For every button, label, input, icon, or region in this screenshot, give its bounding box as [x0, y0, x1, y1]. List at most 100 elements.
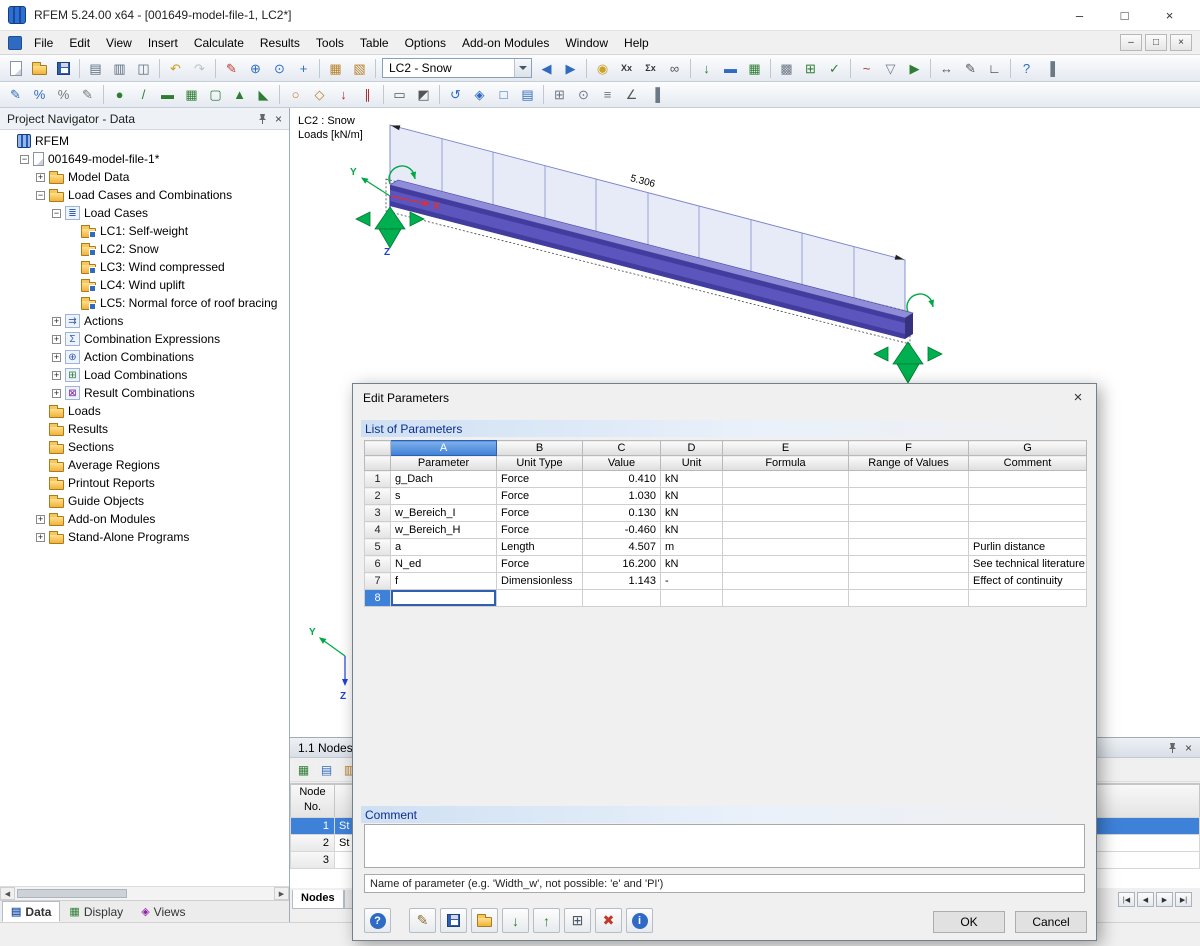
zoom-dynamic-icon[interactable]: ⊙	[268, 57, 291, 79]
mdi-minimize-button[interactable]: –	[1120, 34, 1142, 51]
node-row-number[interactable]: 2	[290, 834, 335, 852]
tree-item-guide-objects[interactable]: Guide Objects	[0, 492, 289, 510]
cell-comment[interactable]: Effect of continuity	[969, 573, 1087, 590]
view-x-icon[interactable]: □	[492, 84, 515, 106]
load-case-combobox[interactable]: LC2 - Snow	[382, 58, 532, 78]
menu-item-edit[interactable]: Edit	[61, 33, 98, 53]
generate-mesh-icon[interactable]: ▩	[775, 57, 798, 79]
measure-icon[interactable]: ↔	[935, 57, 958, 79]
cell-range-of-values[interactable]	[849, 522, 969, 539]
cell-comment[interactable]: See technical literature	[969, 556, 1087, 573]
tree-expander-collapse-icon[interactable]: −	[52, 209, 61, 218]
new-member-icon[interactable]: ▬	[156, 84, 179, 106]
cell-parameter[interactable]: N_ed	[391, 556, 497, 573]
tree-expander-expand-icon[interactable]: +	[52, 371, 61, 380]
comment-textarea[interactable]	[364, 824, 1085, 868]
table-panel-close-icon[interactable]: ×	[1185, 742, 1192, 754]
tree-item-sections[interactable]: Sections	[0, 438, 289, 456]
tree-expander-collapse-icon[interactable]: −	[36, 191, 45, 200]
display-factors-icon[interactable]: %	[28, 84, 51, 106]
cell-parameter[interactable]: a	[391, 539, 497, 556]
select-window-icon[interactable]: ▭	[388, 84, 411, 106]
filter-objects-icon[interactable]: ▽	[879, 57, 902, 79]
show-loads-icon[interactable]: ◉	[591, 57, 614, 79]
zoom-previous-icon[interactable]: ↺	[444, 84, 467, 106]
tree-item-combination-expressions[interactable]: +ΣCombination Expressions	[0, 330, 289, 348]
table-tab-line[interactable]: Line	[344, 890, 352, 909]
table-layout-icon[interactable]: ▧	[348, 57, 371, 79]
column-letter-d[interactable]: D	[661, 441, 723, 456]
cell-comment[interactable]	[969, 471, 1087, 488]
next-record-button[interactable]: ▶	[1156, 892, 1173, 907]
column-header-range-of-values[interactable]: Range of Values	[849, 456, 969, 471]
tree-item-lc5-normal-force-of-roof-bracing[interactable]: LC5: Normal force of roof bracing	[0, 294, 289, 312]
dialog-close-icon[interactable]: ×	[1060, 385, 1096, 411]
cell-comment[interactable]	[969, 590, 1087, 607]
column-header-formula[interactable]: Formula	[723, 456, 849, 471]
tree-item-action-combinations[interactable]: +⊕Action Combinations	[0, 348, 289, 366]
cell-formula[interactable]	[723, 573, 849, 590]
cell-parameter[interactable]: w_Bereich_H	[391, 522, 497, 539]
column-letter-g[interactable]: G	[969, 441, 1087, 456]
new-nodal-load-icon[interactable]: ↓	[332, 84, 355, 106]
cell-formula[interactable]	[723, 590, 849, 607]
open-parameters-icon[interactable]	[471, 908, 498, 933]
cell-value[interactable]: 1.143	[583, 573, 661, 590]
print-preview-icon[interactable]: ▥	[108, 57, 131, 79]
tree-item-lc4-wind-uplift[interactable]: LC4: Wind uplift	[0, 276, 289, 294]
new-line-icon[interactable]: /	[132, 84, 155, 106]
cell-parameter[interactable]: s	[391, 488, 497, 505]
cell-unit[interactable]	[661, 590, 723, 607]
menu-item-calculate[interactable]: Calculate	[186, 33, 252, 53]
row-number-cell[interactable]: 6	[365, 556, 391, 573]
pin-icon[interactable]	[1167, 742, 1178, 754]
toggle-snap-icon[interactable]: ⊙	[572, 84, 595, 106]
column-header-unit-type[interactable]: Unit Type	[497, 456, 583, 471]
new-node-icon[interactable]: ●	[108, 84, 131, 106]
menu-item-results[interactable]: Results	[252, 33, 308, 53]
column-letter-a[interactable]: A	[391, 441, 497, 456]
scrollbar-thumb[interactable]	[17, 889, 127, 898]
table-settings-icon[interactable]: ▦	[293, 760, 314, 780]
tree-item-add-on-modules[interactable]: +Add-on Modules	[0, 510, 289, 528]
cell-formula[interactable]	[723, 539, 849, 556]
cell-unit-type[interactable]: Length	[497, 539, 583, 556]
tree-item-model-data[interactable]: +Model Data	[0, 168, 289, 186]
cell-parameter[interactable]	[391, 590, 497, 607]
open-model-icon[interactable]	[28, 57, 51, 79]
show-tables-icon[interactable]: ▦	[324, 57, 347, 79]
row-number-cell[interactable]: 1	[365, 471, 391, 488]
save-parameters-icon[interactable]	[440, 908, 467, 933]
cell-range-of-values[interactable]	[849, 573, 969, 590]
menu-item-view[interactable]: View	[98, 33, 140, 53]
tree-item-001649-model-file-1[interactable]: −001649-model-file-1*	[0, 150, 289, 168]
table-tab-nodes[interactable]: Nodes	[292, 890, 344, 909]
cell-unit[interactable]: -	[661, 573, 723, 590]
previous-record-button[interactable]: ◀	[1137, 892, 1154, 907]
menu-item-help[interactable]: Help	[616, 33, 657, 53]
pin-icon[interactable]	[257, 113, 268, 125]
coordinate-system-icon[interactable]: ∟	[983, 57, 1006, 79]
tree-item-load-combinations[interactable]: +⊞Load Combinations	[0, 366, 289, 384]
copy-graphic-icon[interactable]: ◫	[132, 57, 155, 79]
pan-view-icon[interactable]: +	[292, 57, 315, 79]
cell-value[interactable]: 0.130	[583, 505, 661, 522]
toggle-guidelines-icon[interactable]: ≡	[596, 84, 619, 106]
nodal-support-right[interactable]	[874, 342, 942, 383]
cell-unit-type[interactable]: Force	[497, 488, 583, 505]
cell-value[interactable]: 16.200	[583, 556, 661, 573]
new-opening-icon[interactable]: ▢	[204, 84, 227, 106]
row-number-cell[interactable]: 8	[365, 590, 391, 607]
animation-icon[interactable]: ▶	[903, 57, 926, 79]
cell-comment[interactable]	[969, 505, 1087, 522]
cell-formula[interactable]	[723, 522, 849, 539]
maximize-button[interactable]: □	[1102, 1, 1147, 30]
menu-item-tools[interactable]: Tools	[308, 33, 352, 53]
navigator-close-icon[interactable]: ×	[275, 113, 282, 125]
result-diagrams-icon[interactable]: ~	[855, 57, 878, 79]
cell-parameter[interactable]: w_Bereich_I	[391, 505, 497, 522]
import-parameters-icon[interactable]: ↓	[502, 908, 529, 933]
tree-item-result-combinations[interactable]: +⊠Result Combinations	[0, 384, 289, 402]
new-load-icon[interactable]: ↓	[695, 57, 718, 79]
tree-expander-expand-icon[interactable]: +	[36, 533, 45, 542]
